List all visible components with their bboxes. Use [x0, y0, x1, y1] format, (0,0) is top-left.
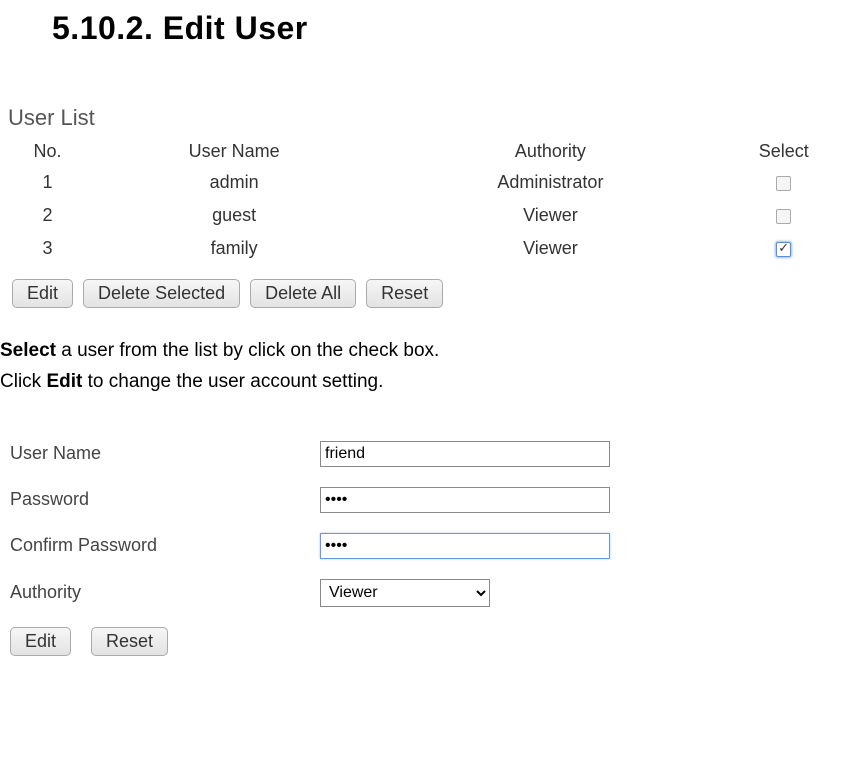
delete-selected-button[interactable]: Delete Selected: [83, 279, 240, 308]
authority-label: Authority: [10, 582, 320, 603]
form-edit-button[interactable]: Edit: [10, 627, 71, 656]
form-row-authority: Authority Viewer: [10, 579, 850, 607]
instruction-text: a user from the list by click on the che…: [56, 340, 439, 361]
confirm-password-label: Confirm Password: [10, 535, 320, 556]
col-select: Select: [722, 137, 846, 166]
select-checkbox-3[interactable]: [776, 242, 791, 257]
user-list-title: User List: [6, 105, 850, 131]
instruction-text: Click: [0, 371, 46, 392]
select-checkbox-1[interactable]: [776, 176, 791, 191]
edit-user-form: User Name Password Confirm Password Auth…: [10, 441, 850, 656]
instructions: Select a user from the list by click on …: [0, 336, 850, 397]
table-row: 1 admin Administrator: [6, 166, 846, 199]
edit-button[interactable]: Edit: [12, 279, 73, 308]
username-label: User Name: [10, 443, 320, 464]
col-no: No.: [6, 137, 89, 166]
form-row-confirm-password: Confirm Password: [10, 533, 850, 559]
table-row: 3 family Viewer: [6, 232, 846, 265]
instruction-line-1: Select a user from the list by click on …: [0, 336, 850, 365]
user-table: No. User Name Authority Select 1 admin A…: [6, 137, 846, 265]
instruction-bold-select: Select: [0, 340, 56, 361]
password-label: Password: [10, 489, 320, 510]
cell-no: 1: [6, 166, 89, 199]
username-input[interactable]: [320, 441, 610, 467]
cell-no: 3: [6, 232, 89, 265]
confirm-password-input[interactable]: [320, 533, 610, 559]
cell-authority: Administrator: [379, 166, 721, 199]
reset-button[interactable]: Reset: [366, 279, 443, 308]
form-buttons: Edit Reset: [10, 627, 850, 656]
form-reset-button[interactable]: Reset: [91, 627, 168, 656]
select-checkbox-2[interactable]: [776, 209, 791, 224]
form-row-username: User Name: [10, 441, 850, 467]
cell-authority: Viewer: [379, 199, 721, 232]
cell-authority: Viewer: [379, 232, 721, 265]
authority-select[interactable]: Viewer: [320, 579, 490, 607]
cell-username: guest: [89, 199, 379, 232]
col-authority: Authority: [379, 137, 721, 166]
instruction-bold-edit: Edit: [46, 371, 82, 392]
user-list-section: User List No. User Name Authority Select…: [6, 105, 850, 308]
col-username: User Name: [89, 137, 379, 166]
page-heading: 5.10.2. Edit User: [0, 0, 850, 47]
cell-no: 2: [6, 199, 89, 232]
instruction-text: to change the user account setting.: [82, 371, 383, 392]
instruction-line-2: Click Edit to change the user account se…: [0, 367, 850, 396]
delete-all-button[interactable]: Delete All: [250, 279, 356, 308]
form-row-password: Password: [10, 487, 850, 513]
table-row: 2 guest Viewer: [6, 199, 846, 232]
table-header-row: No. User Name Authority Select: [6, 137, 846, 166]
password-input[interactable]: [320, 487, 610, 513]
cell-username: family: [89, 232, 379, 265]
cell-username: admin: [89, 166, 379, 199]
user-list-buttons: Edit Delete Selected Delete All Reset: [6, 279, 850, 308]
